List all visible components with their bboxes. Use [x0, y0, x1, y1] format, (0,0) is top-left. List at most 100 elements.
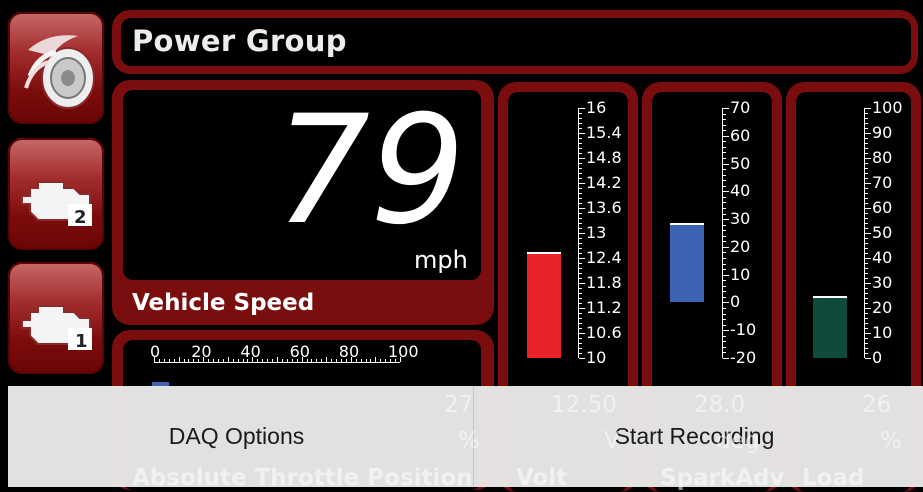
throttle-scale-tick [183, 359, 185, 362]
throttle-unit: % [458, 428, 480, 454]
speed-readout: 79 [272, 96, 468, 236]
throttle-scale-tick [272, 359, 274, 362]
gauge-tick-label: 11.8 [586, 273, 622, 292]
throttle-scale-tick [331, 359, 333, 362]
gauge-tick-label: 30 [730, 209, 751, 229]
volt-label: Volt [516, 465, 568, 491]
svg-text:1: 1 [75, 331, 88, 352]
gauge-tick-label: 20 [730, 236, 751, 256]
svg-text:2: 2 [74, 207, 87, 228]
gauge-tick-label: -20 [730, 348, 757, 367]
throttle-scale-tick [375, 357, 377, 362]
throttle-scale-tick [193, 359, 195, 362]
load-label: Load [802, 465, 865, 491]
throttle-scale-tick [168, 359, 170, 362]
throttle-scale-tick [257, 359, 259, 362]
gauge-bar-sparkadv [670, 224, 704, 303]
gauge-tick-label: 15.4 [586, 123, 622, 142]
throttle-scale-tick [390, 359, 392, 362]
throttle-scale-tick [262, 359, 264, 362]
throttle-scale-tick [281, 359, 283, 362]
throttle-tick-label: 40 [240, 342, 261, 361]
gauge-tick-label: 40 [872, 248, 893, 267]
throttle-scale-tick [158, 359, 160, 362]
throttle-scale-tick [340, 359, 342, 362]
throttle-scale-tick [198, 359, 200, 362]
throttle-tick-label: 100 [388, 342, 419, 361]
throttle-scale-tick [247, 359, 249, 362]
gauge-bar-cap [813, 296, 847, 298]
throttle-scale-tick [178, 357, 180, 362]
throttle-tick-label: 0 [150, 342, 161, 361]
throttle-scale-tick [326, 357, 328, 362]
page-title: Power Group [132, 24, 347, 58]
throttle-scale-tick [154, 357, 155, 362]
throttle-scale-tick [188, 359, 190, 362]
gauge-tick-label: 11.2 [586, 298, 622, 317]
throttle-scale-tick [360, 359, 362, 362]
gauge-bar-cap [670, 222, 704, 225]
throttle-scale-line [154, 362, 400, 363]
throttle-tick-label: 80 [338, 342, 360, 361]
gauge-tick-label: 60 [730, 125, 751, 145]
spark-unit: deg [716, 428, 760, 454]
gauge-tick-label: 50 [730, 153, 751, 173]
throttle-scale-tick [242, 359, 244, 362]
gauge-tick-label: 0 [872, 348, 883, 367]
throttle-scale-tick [350, 357, 352, 362]
gauge-tick-label: 16 [586, 98, 607, 117]
volt-value: 12.50 [551, 392, 617, 418]
sidebar-item-engine-1[interactable]: 1 [8, 262, 104, 374]
sidebar-item-engine-2[interactable]: 2 [8, 138, 104, 250]
gauge-tick-label: 14.2 [586, 173, 622, 192]
gauge-tick-label: 60 [872, 198, 893, 217]
throttle-tick-label: 20 [191, 342, 212, 361]
throttle-scale-tick [380, 359, 382, 362]
throttle-scale-tick [222, 359, 224, 362]
sidebar-item-tires[interactable] [8, 12, 104, 124]
load-value: 26 [862, 392, 892, 418]
gauge-tick-label: 10 [586, 348, 607, 367]
gauge-tick-label: 80 [872, 148, 893, 167]
gauge-tick-label: 0 [730, 292, 741, 312]
gauge-bar-cap [527, 251, 561, 254]
throttle-scale-tick [173, 359, 175, 362]
engine-1-icon: 1 [21, 305, 92, 352]
gauge-tick-label: 10.6 [586, 323, 622, 342]
throttle-scale-tick [286, 359, 288, 362]
throttle-scale-tick [355, 359, 357, 362]
throttle-scale-tick [345, 359, 347, 362]
throttle-scale-tick [203, 357, 205, 362]
throttle-scale-tick [306, 359, 308, 362]
gauge-tick-label: 13.6 [586, 198, 622, 217]
spark-value: 28.0 [694, 392, 746, 418]
throttle-scale-tick [370, 359, 372, 362]
gauge-bar-load [813, 298, 847, 358]
throttle-scale-tick [291, 359, 293, 362]
engine-2-icon: 2 [21, 181, 92, 228]
throttle-scale-tick [232, 359, 234, 362]
throttle-scale-tick [400, 357, 401, 362]
gauge-tick-label: 100 [872, 98, 903, 117]
throttle-label: Absolute Throttle Position [132, 465, 473, 491]
throttle-scale-tick [296, 359, 298, 362]
throttle-value: 27 [444, 392, 474, 418]
throttle-scale-tick [316, 359, 318, 362]
throttle-scale-tick [208, 359, 210, 362]
gauge-tick-label: 90 [872, 123, 893, 142]
throttle-scale-tick [336, 359, 338, 362]
throttle-scale-tick [395, 359, 397, 362]
gauge-tick-label: -10 [730, 320, 757, 340]
throttle-scale-tick [217, 359, 219, 362]
gauge-tick-label: 40 [730, 181, 751, 201]
gauge-tick-label: 13 [586, 223, 607, 242]
throttle-scale-tick [267, 359, 269, 362]
speed-unit: mph [414, 246, 468, 274]
gauge-tick-label: 50 [872, 223, 893, 242]
throttle-scale-tick [237, 359, 239, 362]
gauge-tick-label: 10 [872, 323, 893, 342]
spark-label: SparkAdv [660, 465, 785, 491]
gauge-bar-volt [527, 253, 561, 358]
gauge-tick-label: 30 [872, 273, 893, 292]
throttle-scale-tick [321, 359, 323, 362]
